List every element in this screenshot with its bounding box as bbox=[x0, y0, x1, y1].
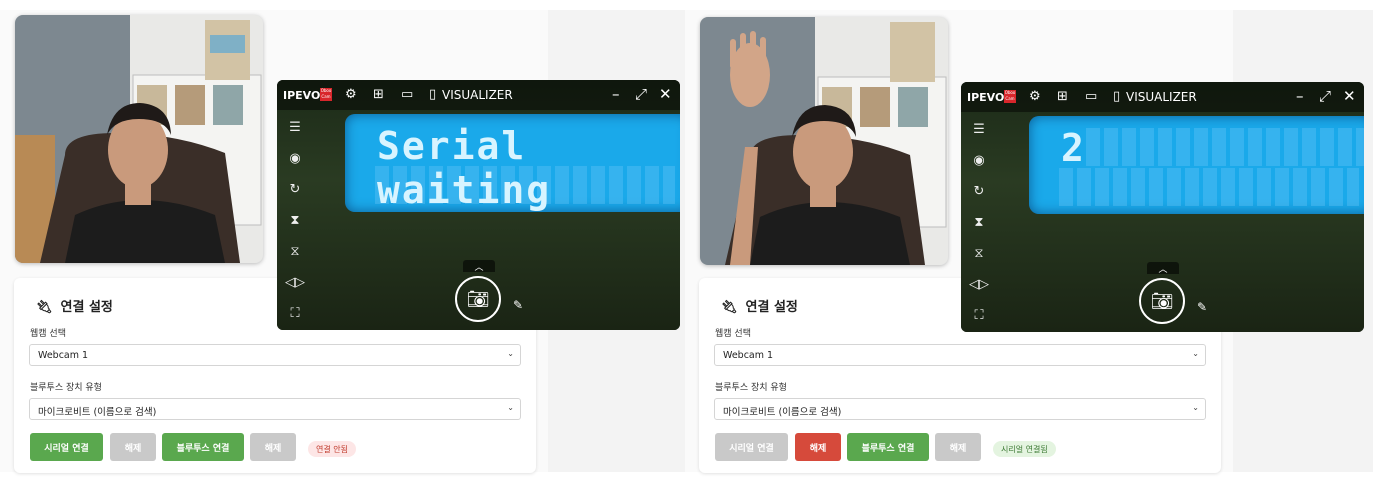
maximize-icon[interactable]: ⤢ bbox=[1319, 87, 1331, 105]
bluetooth-connect-button[interactable]: 블루투스 연결 bbox=[847, 433, 929, 461]
webcam-image bbox=[15, 15, 263, 263]
bt-type-label: 블루투스 장치 유형 bbox=[30, 383, 102, 393]
bt-type-select[interactable]: 마이크로비트 (이름으로 검색) ⌄ bbox=[29, 398, 521, 420]
bt-type-select-value: 마이크로비트 (이름으로 검색) bbox=[38, 407, 157, 418]
settings-icon[interactable]: ⚙︎ bbox=[1029, 89, 1041, 104]
minimize-icon[interactable]: – bbox=[612, 85, 620, 103]
screen-panel-1: 🔌︎ 연결 설정 웹캠 선택 Webcam 1 ⌄ 블루투스 장치 유형 마이크로… bbox=[0, 0, 692, 493]
serial-connect-button[interactable]: 시리얼 연결 bbox=[715, 433, 788, 461]
menu-icon[interactable]: ☰ bbox=[967, 122, 991, 153]
camera-icon[interactable]: 📷︎ bbox=[455, 276, 501, 322]
window-icon[interactable]: ▯ bbox=[1113, 89, 1120, 104]
oboo-cam-logo: Oboo Cam bbox=[320, 88, 332, 101]
serial-disconnect-button[interactable]: 해제 bbox=[795, 433, 841, 461]
webcam-select-value: Webcam 1 bbox=[723, 350, 774, 361]
close-icon[interactable]: ✕ bbox=[659, 85, 672, 103]
chevron-down-icon: ⌄ bbox=[1192, 349, 1199, 358]
flip-vertical-icon[interactable]: ⧖ bbox=[283, 244, 307, 275]
lcd-text: 2 bbox=[1061, 126, 1086, 170]
crop-icon[interactable]: ⛶ bbox=[967, 308, 991, 332]
lcd-pixel-grid bbox=[1059, 168, 1359, 206]
freeze-icon[interactable]: ⧗ bbox=[967, 215, 991, 246]
serial-disconnect-button[interactable]: 해제 bbox=[110, 433, 156, 461]
status-badge: 시리얼 연결됨 bbox=[993, 441, 1056, 457]
chevron-up-icon[interactable]: ︿ bbox=[463, 260, 495, 273]
chevron-down-icon: ⌄ bbox=[507, 403, 514, 412]
focus-icon[interactable]: ◉ bbox=[967, 153, 991, 184]
flip-vertical-icon[interactable]: ⧖ bbox=[967, 246, 991, 277]
camera-icon[interactable]: 📷︎ bbox=[1139, 278, 1185, 324]
focus-icon[interactable]: ◉ bbox=[283, 151, 307, 182]
lcd-pixel-grid-top bbox=[1086, 128, 1364, 166]
card-title-text: 연결 설정 bbox=[745, 300, 798, 315]
webcam-select[interactable]: Webcam 1 ⌄ bbox=[714, 344, 1206, 366]
lcd-text: Serial waiting bbox=[377, 124, 552, 212]
visualizer-sidebar: ☰ ◉ ↻ ⧗ ⧖ ◁▷ ⛶ bbox=[967, 122, 991, 332]
webcam-preview bbox=[700, 17, 948, 265]
pen-icon[interactable]: ✎ bbox=[513, 298, 523, 312]
chevron-down-icon: ⌄ bbox=[1192, 403, 1199, 412]
visualizer-sidebar: ☰ ◉ ↻ ⧗ ⧖ ◁▷ ⛶ bbox=[283, 120, 307, 330]
chevron-up-icon[interactable]: ︿ bbox=[1147, 262, 1179, 275]
settings-icon[interactable]: ⚙︎ bbox=[345, 87, 357, 102]
window-icon[interactable]: ▯ bbox=[429, 87, 436, 102]
close-icon[interactable]: ✕ bbox=[1343, 87, 1356, 105]
rotate-icon[interactable]: ↻ bbox=[283, 182, 307, 213]
bluetooth-connect-button[interactable]: 블루투스 연결 bbox=[162, 433, 244, 461]
webcam-image bbox=[700, 17, 948, 265]
bt-type-select[interactable]: 마이크로비트 (이름으로 검색) ⌄ bbox=[714, 398, 1206, 420]
webcam-select-value: Webcam 1 bbox=[38, 350, 89, 361]
mirror-icon[interactable]: ◁▷ bbox=[283, 275, 307, 306]
webcam-select[interactable]: Webcam 1 ⌄ bbox=[29, 344, 521, 366]
visualizer-window: Serial waiting IPEVO Oboo Cam ⚙︎ ⊞ ▭ ▯ V… bbox=[277, 80, 680, 330]
visualizer-title: VISUALIZER bbox=[1126, 90, 1197, 104]
maximize-icon[interactable]: ⤢ bbox=[635, 85, 647, 103]
chevron-down-icon: ⌄ bbox=[507, 349, 514, 358]
card-title: 🔌︎ 연결 설정 bbox=[36, 296, 113, 315]
webcam-select-label: 웹캠 선택 bbox=[715, 329, 751, 339]
ipevo-logo: IPEVO bbox=[967, 91, 1005, 104]
card-title-text: 연결 설정 bbox=[60, 300, 113, 315]
serial-connect-button[interactable]: 시리얼 연결 bbox=[30, 433, 103, 461]
add-window-icon[interactable]: ⊞ bbox=[1057, 89, 1068, 104]
card-title: 🔌︎ 연결 설정 bbox=[721, 296, 798, 315]
plug-icon: 🔌︎ bbox=[36, 300, 53, 315]
ipevo-logo: IPEVO bbox=[283, 89, 321, 102]
crop-icon[interactable]: ⛶ bbox=[283, 306, 307, 330]
bt-type-label: 블루투스 장치 유형 bbox=[715, 383, 787, 393]
bluetooth-disconnect-button[interactable]: 해제 bbox=[250, 433, 296, 461]
bluetooth-disconnect-button[interactable]: 해제 bbox=[935, 433, 981, 461]
webcam-preview bbox=[15, 15, 263, 263]
pip-icon[interactable]: ▭ bbox=[1085, 89, 1097, 104]
menu-icon[interactable]: ☰ bbox=[283, 120, 307, 151]
visualizer-title: VISUALIZER bbox=[442, 88, 513, 102]
rotate-icon[interactable]: ↻ bbox=[967, 184, 991, 215]
minimize-icon[interactable]: – bbox=[1296, 87, 1304, 105]
plug-icon: 🔌︎ bbox=[721, 300, 738, 315]
oboo-cam-logo: Oboo Cam bbox=[1004, 90, 1016, 103]
status-badge: 연결 안됨 bbox=[308, 441, 356, 457]
bt-type-select-value: 마이크로비트 (이름으로 검색) bbox=[723, 407, 842, 418]
pip-icon[interactable]: ▭ bbox=[401, 87, 413, 102]
visualizer-window: 2 IPEVO Oboo Cam ⚙︎ ⊞ ▭ ▯ VISUALIZER – ⤢… bbox=[961, 82, 1364, 332]
add-window-icon[interactable]: ⊞ bbox=[373, 87, 384, 102]
screen-panel-2: 🔌︎ 연결 설정 웹캠 선택 Webcam 1 ⌄ 블루투스 장치 유형 마이크로… bbox=[685, 0, 1377, 493]
freeze-icon[interactable]: ⧗ bbox=[283, 213, 307, 244]
pen-icon[interactable]: ✎ bbox=[1197, 300, 1207, 314]
webcam-select-label: 웹캠 선택 bbox=[30, 329, 66, 339]
mirror-icon[interactable]: ◁▷ bbox=[967, 277, 991, 308]
